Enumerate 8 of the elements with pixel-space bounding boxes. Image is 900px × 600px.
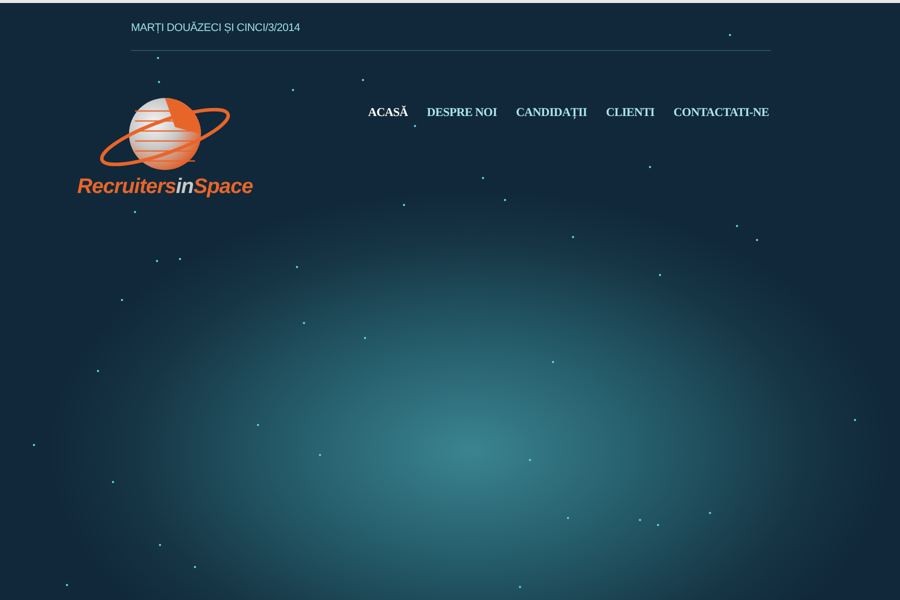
nav-link[interactable]: CANDIDAȚII	[516, 102, 587, 120]
date-text: MARȚI DOUĂZECI ȘI CINCI/3/2014	[131, 20, 302, 36]
logo[interactable]: RecruitersinSpace	[70, 96, 260, 196]
nav-link[interactable]: DESPRE NOI	[426, 102, 497, 120]
nav-link[interactable]: CLIENTI	[606, 102, 655, 120]
nav-link[interactable]: CONTACTATI-NE	[674, 102, 769, 120]
nav-link[interactable]: ACASĂ	[368, 102, 408, 120]
logo-text: RecruitersinSpace	[77, 176, 253, 196]
